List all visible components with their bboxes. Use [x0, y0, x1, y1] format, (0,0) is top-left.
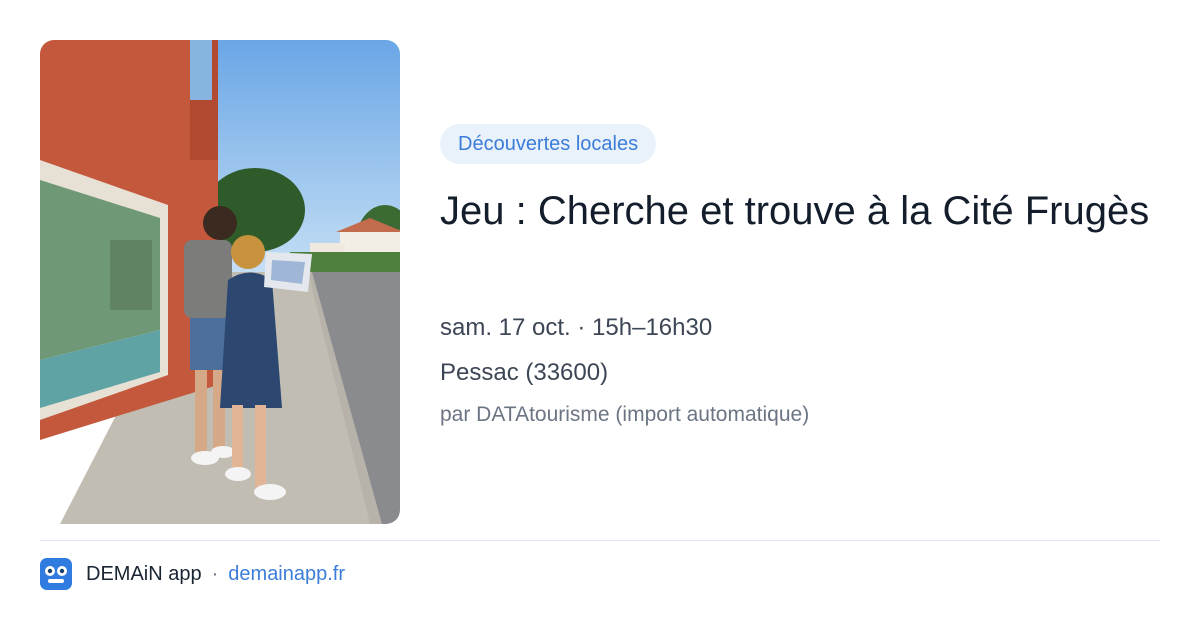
app-name: DEMAiN app	[86, 562, 202, 585]
event-date-time: sam. 17 oct. · 15h–16h30	[440, 314, 713, 341]
event-photo	[40, 40, 400, 524]
category-badge: Découvertes locales	[440, 124, 657, 164]
event-title: Jeu : Cherche et trouve à la Cité Frugès	[440, 189, 1150, 233]
event-location: Pessac (33600)	[440, 359, 609, 386]
app-url-link[interactable]: demainapp.fr	[228, 563, 345, 586]
footer-divider	[40, 540, 1160, 541]
footer-separator: ·	[211, 562, 219, 585]
event-source: par DATAtourisme (import automatique)	[440, 403, 810, 426]
footer: DEMAiN app · demainapp.fr	[40, 558, 345, 590]
demain-app-icon	[40, 558, 72, 590]
